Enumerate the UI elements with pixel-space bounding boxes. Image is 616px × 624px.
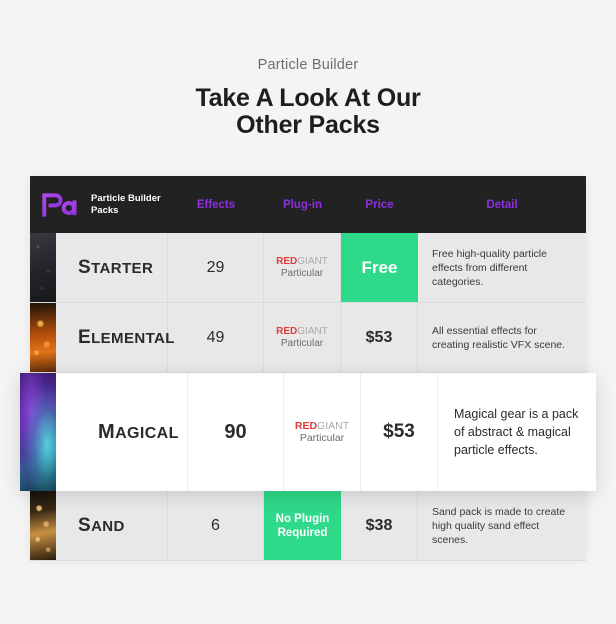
pack-name: STARTER (78, 256, 154, 278)
plugin-cell: REDGIANT Particular (264, 233, 341, 302)
starter-thumbnail (30, 233, 56, 302)
page-root: Particle Builder Take A Look At Our Othe… (0, 0, 616, 624)
elemental-thumbnail (30, 303, 56, 372)
pack-name-cell: ELEMENTAL (56, 303, 174, 372)
pa-logo-icon (40, 191, 82, 219)
brand-cell: Particle Builder Packs (30, 191, 168, 219)
packs-comparison-table: Particle Builder Packs Effects Plug-in P… (20, 176, 606, 561)
table-row[interactable]: SAND 6 No Plugin Required $38 Sand pack … (30, 491, 586, 561)
detail-text: All essential effects for creating reali… (432, 324, 566, 351)
price-value: $53 (341, 303, 418, 372)
pack-name: ELEMENTAL (78, 326, 175, 348)
column-header-detail: Detail (486, 198, 518, 211)
section-eyebrow: Particle Builder (257, 57, 359, 73)
plugin-cell: REDGIANT Particular (264, 303, 341, 372)
brand-title-line-2: Packs (91, 204, 119, 216)
page-title-line-1: Take A Look At Our (195, 84, 421, 112)
price-badge: Free (341, 233, 418, 302)
table-row[interactable]: ELEMENTAL 49 REDGIANT Particular $53 All… (30, 303, 586, 373)
effects-count: 6 (168, 491, 264, 560)
page-title: Take A Look At Our Other Packs (0, 85, 616, 139)
detail-text: Magical gear is a pack of abstract & mag… (438, 373, 606, 491)
brand-title: Particle Builder Packs (91, 193, 161, 216)
detail-text: Sand pack is made to create high quality… (432, 505, 566, 546)
red-giant-particular-logo: REDGIANT Particular (276, 325, 328, 349)
pack-name-cell: STARTER (56, 233, 168, 302)
detail-text: Free high-quality particle effects from … (432, 247, 547, 288)
magical-thumbnail (20, 373, 56, 491)
column-header-effects: Effects (196, 198, 236, 211)
column-header-plugin: Plug-in (283, 198, 322, 211)
red-giant-particular-logo: REDGIANT Particular (276, 255, 328, 279)
effects-count: 49 (168, 303, 264, 372)
page-title-line-2: Other Packs (236, 111, 380, 139)
pack-name: SAND (78, 514, 125, 536)
red-giant-particular-logo: REDGIANT Particular (294, 420, 350, 444)
table-header-row: Particle Builder Packs Effects Plug-in P… (30, 176, 586, 233)
price-value: $53 (361, 373, 438, 491)
effects-count: 29 (168, 233, 264, 302)
brand-title-line-1: Particle Builder (91, 193, 161, 204)
table-row-featured[interactable]: MAGICAL 90 REDGIANT Particular $53 Magic… (20, 373, 606, 491)
sand-thumbnail (30, 491, 56, 560)
price-value: $38 (341, 491, 418, 560)
column-header-price: Price (365, 198, 394, 211)
pack-name-cell: MAGICAL (56, 373, 188, 491)
effects-count: 90 (188, 373, 284, 491)
pack-name-cell: SAND (56, 491, 168, 560)
table-row[interactable]: STARTER 29 REDGIANT Particular Free Free… (30, 233, 586, 303)
plugin-cell: REDGIANT Particular (284, 373, 361, 491)
plugin-badge: No Plugin Required (264, 491, 341, 560)
pack-name: MAGICAL (98, 420, 179, 443)
